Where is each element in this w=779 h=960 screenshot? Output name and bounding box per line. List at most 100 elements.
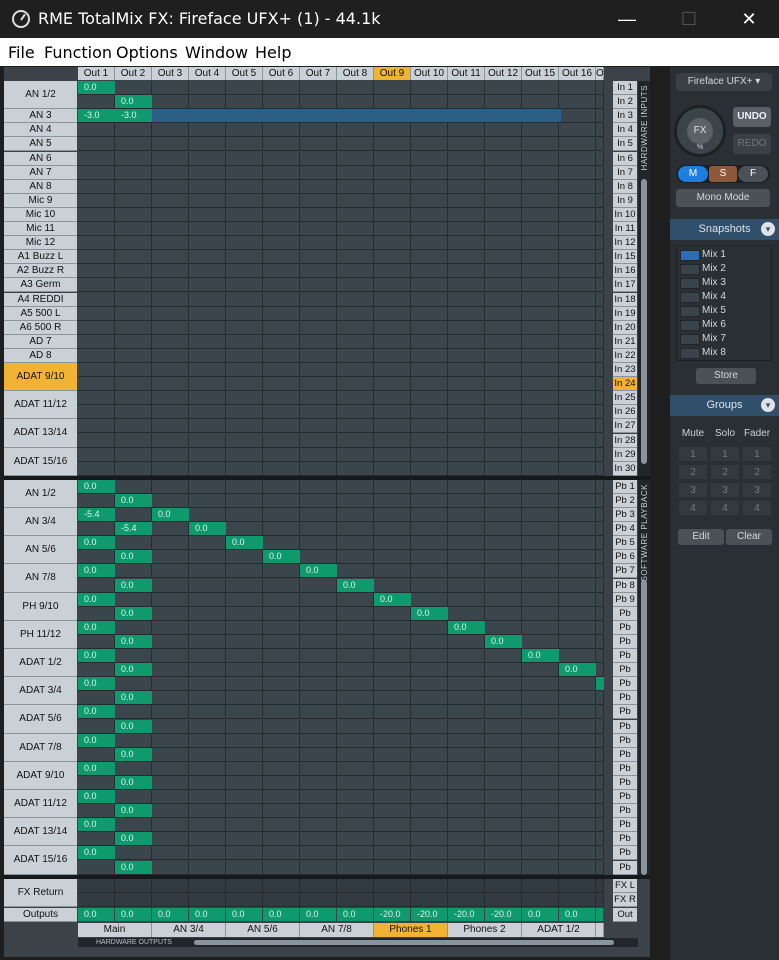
hw-input-row-label[interactable]: ADAT 11/12 bbox=[4, 391, 77, 420]
hw-input-channel-label[interactable]: In 10 bbox=[613, 207, 637, 222]
matrix-cell[interactable] bbox=[300, 508, 337, 523]
matrix-cell[interactable] bbox=[263, 250, 300, 265]
matrix-cell[interactable] bbox=[115, 461, 152, 476]
matrix-cell[interactable] bbox=[448, 433, 485, 448]
collapse-icon[interactable]: ▾ bbox=[761, 398, 775, 412]
matrix-cell[interactable] bbox=[189, 536, 226, 551]
matrix-cell[interactable] bbox=[522, 775, 559, 790]
matrix-cell[interactable] bbox=[485, 536, 522, 551]
sw-playback-channel-label[interactable]: Pb 9 bbox=[613, 592, 637, 607]
matrix-cell[interactable] bbox=[115, 151, 152, 166]
output-level[interactable]: 0.0 bbox=[189, 907, 225, 921]
matrix-cell[interactable] bbox=[485, 691, 522, 706]
matrix-cell[interactable] bbox=[189, 320, 226, 335]
hw-input-channel-label[interactable]: In 22 bbox=[613, 348, 637, 363]
hw-input-channel-label[interactable]: In 30 bbox=[613, 461, 637, 476]
matrix-cell[interactable] bbox=[448, 747, 485, 762]
matrix-cell[interactable] bbox=[596, 193, 604, 208]
matrix-cell[interactable] bbox=[522, 348, 559, 363]
matrix-cell[interactable] bbox=[300, 677, 337, 692]
hw-input-channel-label[interactable]: In 29 bbox=[613, 447, 637, 462]
matrix-cell[interactable] bbox=[596, 264, 604, 279]
fx-cell[interactable] bbox=[226, 878, 263, 893]
matrix-cell[interactable] bbox=[374, 832, 411, 847]
matrix-cell[interactable] bbox=[596, 592, 604, 607]
matrix-cell[interactable] bbox=[522, 479, 559, 494]
gain-value[interactable]: 0.0 bbox=[78, 818, 115, 832]
matrix-cell[interactable] bbox=[596, 536, 604, 551]
matrix-cell[interactable] bbox=[485, 433, 522, 448]
matrix-cell[interactable] bbox=[448, 564, 485, 579]
matrix-cell[interactable] bbox=[189, 236, 226, 251]
fx-cell[interactable] bbox=[226, 892, 263, 907]
matrix-cell[interactable] bbox=[263, 578, 300, 593]
matrix-cell[interactable] bbox=[263, 447, 300, 462]
output-level[interactable]: 0.0 bbox=[263, 907, 299, 921]
matrix-cell[interactable] bbox=[522, 377, 559, 392]
matrix-cell[interactable] bbox=[374, 606, 411, 621]
matrix-cell[interactable] bbox=[374, 193, 411, 208]
matrix-cell[interactable] bbox=[596, 405, 604, 420]
matrix-cell[interactable] bbox=[596, 691, 604, 706]
gain-value[interactable]: 0.0 bbox=[78, 733, 115, 747]
matrix-cell[interactable] bbox=[300, 363, 337, 378]
group-button[interactable]: 3 bbox=[678, 482, 708, 498]
output-level[interactable]: -20.0 bbox=[448, 907, 484, 921]
matrix-cell[interactable] bbox=[559, 123, 596, 138]
matrix-cell[interactable] bbox=[78, 606, 115, 621]
matrix-cell[interactable] bbox=[522, 860, 559, 875]
sw-playback-channel-label[interactable]: Pb 22 bbox=[613, 747, 637, 774]
matrix-cell[interactable] bbox=[78, 151, 115, 166]
matrix-cell[interactable] bbox=[596, 447, 604, 462]
matrix-cell[interactable] bbox=[115, 391, 152, 406]
hw-input-row-label[interactable]: A4 REDDI bbox=[4, 292, 77, 307]
matrix-cell[interactable] bbox=[337, 193, 374, 208]
group-button[interactable]: 1 bbox=[710, 446, 740, 462]
matrix-cell[interactable] bbox=[448, 860, 485, 875]
matrix-cell[interactable] bbox=[78, 193, 115, 208]
gain-value[interactable]: 0.0 bbox=[115, 719, 152, 733]
matrix-cell[interactable] bbox=[189, 264, 226, 279]
matrix-cell[interactable] bbox=[300, 334, 337, 349]
matrix-cell[interactable] bbox=[448, 649, 485, 664]
sw-playback-channel-label[interactable]: Pb 26 bbox=[613, 804, 637, 830]
matrix-cell[interactable] bbox=[485, 137, 522, 152]
matrix-cell[interactable] bbox=[411, 306, 448, 321]
matrix-cell[interactable] bbox=[263, 860, 300, 875]
hw-input-row-label[interactable]: AN 3 bbox=[4, 109, 77, 124]
column-header[interactable]: Out 10 bbox=[411, 67, 448, 80]
hw-input-row-label[interactable]: A1 Buzz L bbox=[4, 250, 77, 265]
matrix-cell[interactable] bbox=[522, 832, 559, 847]
matrix-cell[interactable] bbox=[559, 334, 596, 349]
matrix-cell[interactable] bbox=[522, 536, 559, 551]
matrix-cell[interactable] bbox=[411, 405, 448, 420]
matrix-cell[interactable] bbox=[226, 733, 263, 748]
matrix-cell[interactable] bbox=[226, 550, 263, 565]
matrix-cell[interactable] bbox=[448, 137, 485, 152]
matrix-cell[interactable] bbox=[152, 691, 189, 706]
matrix-cell[interactable] bbox=[152, 363, 189, 378]
matrix-cell[interactable] bbox=[78, 832, 115, 847]
gain-value[interactable]: 0.0 bbox=[115, 95, 152, 109]
matrix-cell[interactable] bbox=[485, 292, 522, 307]
matrix-cell[interactable] bbox=[78, 250, 115, 265]
matrix-cell[interactable] bbox=[189, 348, 226, 363]
matrix-cell[interactable] bbox=[115, 264, 152, 279]
matrix-cell[interactable] bbox=[448, 634, 485, 649]
matrix-cell[interactable] bbox=[226, 705, 263, 720]
matrix-cell[interactable] bbox=[115, 818, 152, 833]
matrix-cell[interactable] bbox=[559, 377, 596, 392]
hw-input-channel-label[interactable]: In 26 bbox=[613, 405, 637, 420]
output-level[interactable]: 0.0 bbox=[559, 907, 595, 921]
matrix-cell[interactable] bbox=[485, 761, 522, 776]
fx-cell[interactable] bbox=[152, 892, 189, 907]
gain-value[interactable]: 0.0 bbox=[78, 479, 115, 493]
matrix-cell[interactable] bbox=[522, 165, 559, 180]
fx-cell[interactable] bbox=[448, 892, 485, 907]
matrix-cell[interactable] bbox=[522, 747, 559, 762]
matrix-cell[interactable] bbox=[152, 550, 189, 565]
matrix-cell[interactable] bbox=[226, 663, 263, 678]
matrix-cell[interactable] bbox=[152, 461, 189, 476]
matrix-cell[interactable] bbox=[411, 550, 448, 565]
matrix-cell[interactable] bbox=[522, 222, 559, 237]
